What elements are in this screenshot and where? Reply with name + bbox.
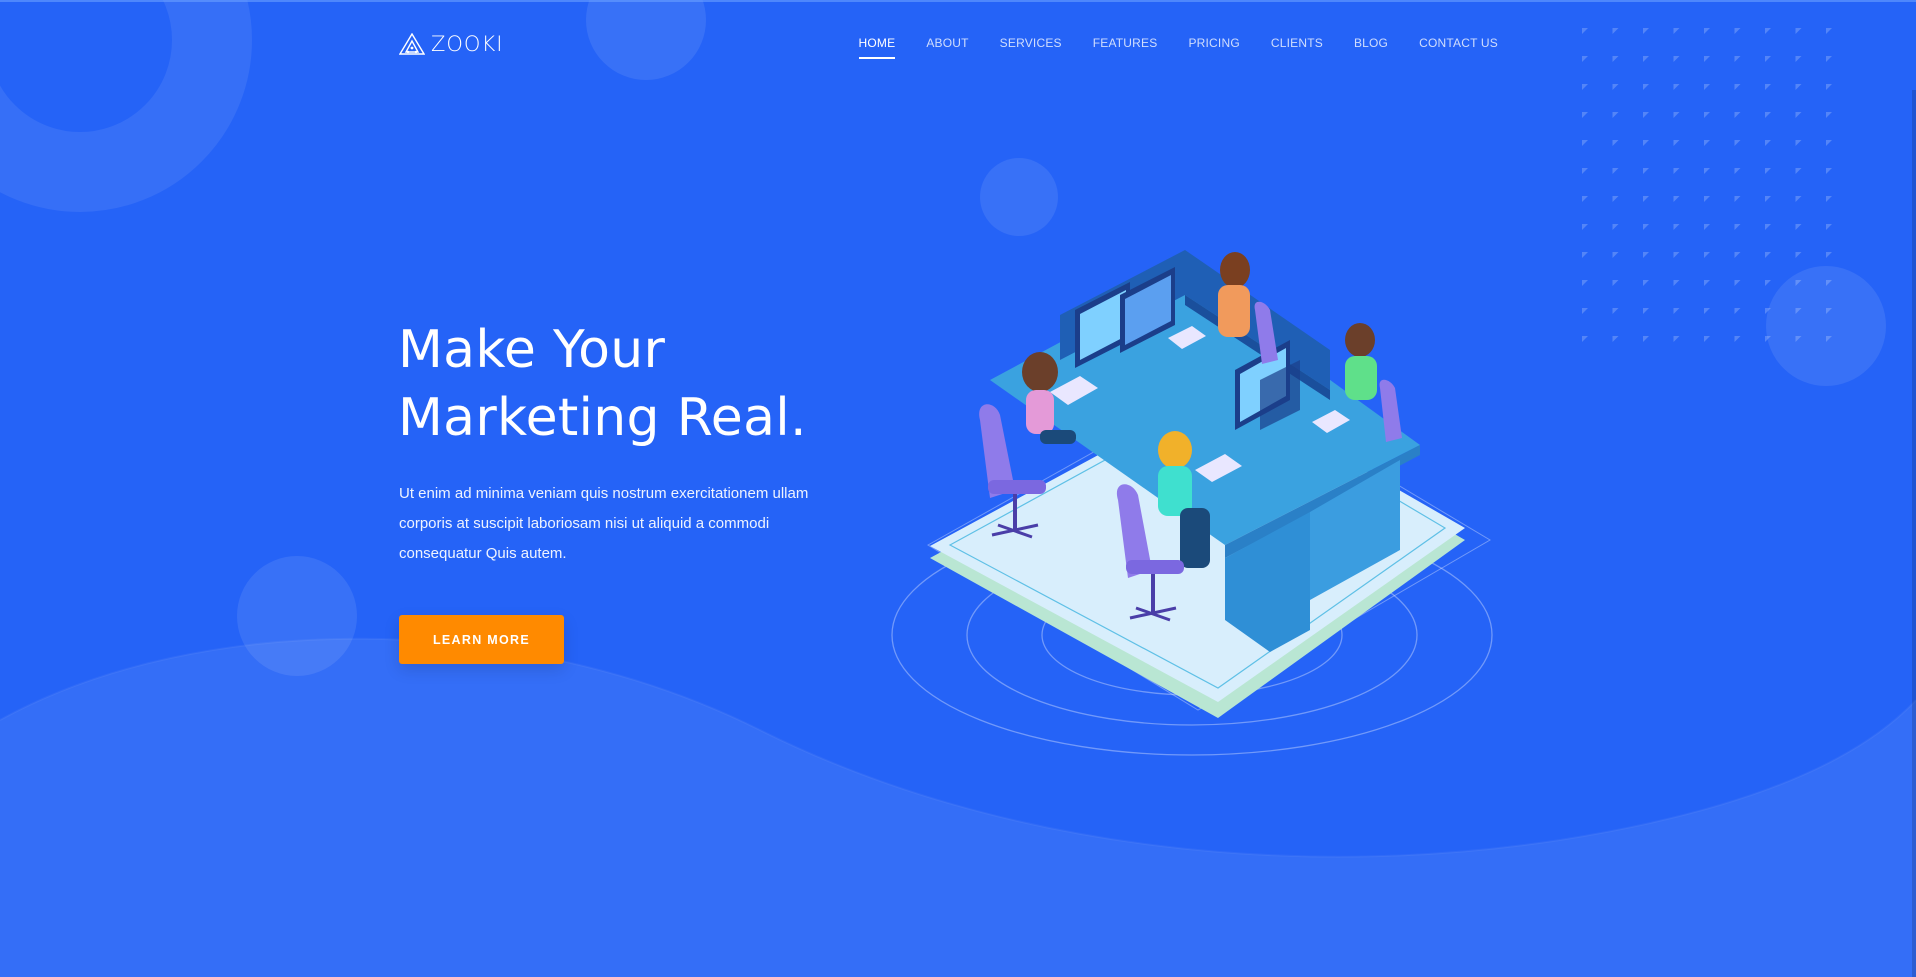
hero-title-line-1: Make Your [398,320,666,380]
dot-grid-mark [1673,336,1680,342]
dot-grid-mark [1643,252,1649,258]
triangle-logo-icon [399,33,425,55]
dot-grid-mark [1795,196,1802,202]
hero-title-line-2: Marketing Real. [398,388,807,448]
hero-description: Ut enim ad minima veniam quis nostrum ex… [399,485,809,562]
dot-grid-mark [1734,252,1741,258]
dot-grid-mark [1734,196,1741,202]
nav-item-home[interactable]: HOME [858,36,896,59]
dot-grid-mark [1704,280,1710,286]
dot-grid-mark [1734,168,1741,174]
dot-grid-mark [1643,140,1649,146]
dot-grid-mark [1673,168,1680,174]
dot-grid-mark [1673,140,1680,146]
dot-grid-mark [1765,140,1771,146]
dot-grid-mark [1704,196,1710,202]
dot-grid-mark [1704,168,1710,174]
dot-grid-mark [1582,280,1588,286]
dot-grid-mark [1643,112,1649,118]
site-header: ZOOKI HOME ABOUT SERVICES FEATURES PRICI… [0,0,1916,90]
page-scrollbar[interactable] [1912,90,1916,977]
dot-grid-mark [1795,224,1802,230]
dot-grid-mark [1704,308,1710,314]
dot-grid-mark [1612,112,1619,118]
dot-grid-mark [1765,224,1771,230]
dot-grid-mark [1582,140,1588,146]
dot-grid-mark [1612,252,1619,258]
dot-grid-mark [1582,168,1588,174]
dot-grid-mark [1643,168,1649,174]
dot-grid-mark [1826,196,1832,202]
dot-grid-mark [1734,308,1741,314]
nav-item-contact-us[interactable]: CONTACT US [1419,36,1498,50]
dot-grid-mark [1612,140,1619,146]
dot-grid-mark [1643,224,1649,230]
dot-grid-mark [1612,196,1619,202]
dot-grid-mark [1704,252,1710,258]
dot-grid-mark [1582,336,1588,342]
nav-item-clients[interactable]: CLIENTS [1271,36,1323,50]
dot-grid-mark [1765,168,1771,174]
dot-grid-mark [1765,252,1771,258]
dot-grid-mark [1795,168,1802,174]
dot-grid-mark [1582,308,1588,314]
dot-grid-mark [1765,112,1771,118]
dot-grid-mark [1582,112,1588,118]
dot-grid-mark [1795,252,1802,258]
dot-grid-mark [1734,112,1741,118]
dot-grid-mark [1826,252,1832,258]
hero-title: Make Your Marketing Real. [398,316,918,452]
dot-grid-mark [1826,224,1832,230]
nav-item-pricing[interactable]: PRICING [1188,36,1239,50]
dot-grid-mark [1704,112,1710,118]
dot-grid-mark [1673,308,1680,314]
dot-grid-mark [1673,196,1680,202]
dot-grid-mark [1643,280,1649,286]
dot-grid-mark [1612,224,1619,230]
dot-grid-mark [1734,336,1741,342]
dot-grid-mark [1582,196,1588,202]
dot-grid-mark [1643,308,1649,314]
dot-grid-mark [1704,336,1710,342]
dot-grid-mark [1765,196,1771,202]
dot-grid-mark [1643,196,1649,202]
dot-grid-mark [1673,252,1680,258]
nav-item-services[interactable]: SERVICES [1000,36,1062,50]
dot-grid-mark [1795,140,1802,146]
dot-grid-mark [1673,224,1680,230]
nav-item-blog[interactable]: BLOG [1354,36,1388,50]
dot-grid-mark [1612,168,1619,174]
nav-item-features[interactable]: FEATURES [1093,36,1158,50]
dot-grid-mark [1765,280,1771,286]
dot-grid-mark [1612,280,1619,286]
dot-grid-mark [1826,140,1832,146]
dot-grid-mark [1673,280,1680,286]
dot-grid-mark [1673,112,1680,118]
brand-name: ZOOKI [431,32,504,56]
dot-grid-mark [1704,224,1710,230]
dot-grid-mark [1734,140,1741,146]
brand-logo[interactable]: ZOOKI [399,31,503,57]
dot-grid-mark [1643,336,1649,342]
dot-grid-mark [1704,140,1710,146]
nav-item-about[interactable]: ABOUT [926,36,968,50]
learn-more-button[interactable]: LEARN MORE [399,615,564,664]
dot-grid-mark [1612,308,1619,314]
dot-grid-mark [1612,336,1619,342]
dot-grid-mark [1795,112,1802,118]
dot-grid-mark [1826,168,1832,174]
isometric-office-team-illustration [891,250,1493,756]
dot-grid-mark [1582,224,1588,230]
dot-grid-mark [1826,112,1832,118]
main-nav: HOME ABOUT SERVICES FEATURES PRICING CLI… [858,36,1499,59]
dot-grid-mark [1734,280,1741,286]
dot-grid-mark [1734,224,1741,230]
dot-grid-mark [1582,252,1588,258]
